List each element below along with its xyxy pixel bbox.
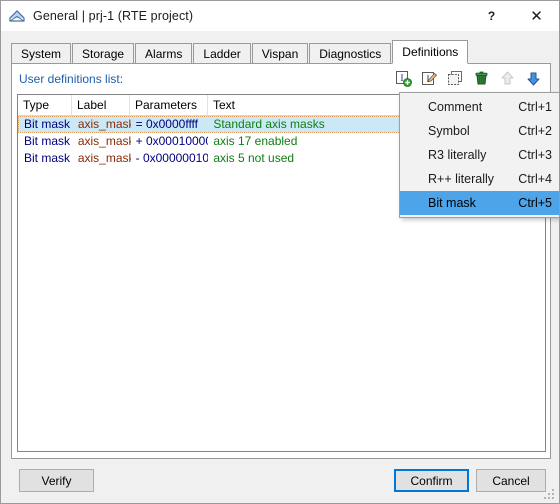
move-down-button[interactable] xyxy=(522,69,544,91)
copy-icon xyxy=(447,70,464,90)
cell-parameters: - 0x00000010 xyxy=(135,151,209,165)
menu-item-comment[interactable]: Comment Ctrl+1 xyxy=(400,95,559,119)
tab-system[interactable]: System xyxy=(11,43,72,65)
arrow-up-icon xyxy=(499,70,516,90)
cell-type: Bit mask xyxy=(24,151,71,165)
window-title: General | prj-1 (RTE project) xyxy=(33,9,194,23)
dialog-footer: Verify Confirm Cancel xyxy=(1,459,559,503)
menu-item-symbol[interactable]: Symbol Ctrl+2 xyxy=(400,119,559,143)
menu-item-label: Comment xyxy=(428,100,483,114)
menu-item-accelerator: Ctrl+2 xyxy=(518,124,552,138)
tab-ladder[interactable]: Ladder xyxy=(193,43,251,65)
arrow-down-icon xyxy=(525,70,542,90)
menu-item-accelerator: Ctrl+3 xyxy=(518,148,552,162)
tab-vispan[interactable]: Vispan xyxy=(251,43,309,65)
dialog-window: General | prj-1 (RTE project) ? ✕ System… xyxy=(0,0,560,504)
tab-diagnostics[interactable]: Diagnostics xyxy=(309,43,392,65)
column-header-type[interactable]: Type xyxy=(18,95,72,115)
column-header-label[interactable]: Label xyxy=(72,95,130,115)
tab-definitions[interactable]: Definitions xyxy=(392,40,469,64)
svg-text:I: I xyxy=(400,73,403,83)
help-button[interactable]: ? xyxy=(469,1,514,31)
tab-strip: System Storage Alarms Ladder Vispan Diag… xyxy=(11,40,551,65)
resize-grip[interactable] xyxy=(544,489,556,501)
cell-parameters: = 0x0000ffff xyxy=(135,117,199,131)
cancel-button[interactable]: Cancel xyxy=(476,469,546,492)
menu-item-label: Bit mask xyxy=(428,196,476,210)
menu-item-accelerator: Ctrl+5 xyxy=(518,196,552,210)
menu-item-rpp-literally[interactable]: R++ literally Ctrl+4 xyxy=(400,167,559,191)
move-up-button[interactable] xyxy=(496,69,518,91)
text-box-edit-icon: I xyxy=(421,70,438,90)
cell-label: axis_mask xyxy=(77,117,131,131)
trash-can-icon xyxy=(473,70,490,90)
menu-item-bit-mask[interactable]: Bit mask Ctrl+5 xyxy=(400,191,559,215)
cell-type: Bit mask xyxy=(24,117,71,131)
tab-alarms[interactable]: Alarms xyxy=(135,43,193,65)
verify-button[interactable]: Verify xyxy=(19,469,94,492)
text-box-add-icon: I xyxy=(395,70,412,90)
cell-label: axis_mask xyxy=(77,134,131,148)
new-definition-menu: Comment Ctrl+1 Symbol Ctrl+2 R3 literall… xyxy=(399,92,559,218)
add-definition-button[interactable]: I xyxy=(392,69,414,91)
cell-parameters: + 0x00010000 xyxy=(135,134,209,148)
copy-definition-button[interactable] xyxy=(444,69,466,91)
delete-definition-button[interactable] xyxy=(470,69,492,91)
menu-item-accelerator: Ctrl+4 xyxy=(518,172,552,186)
menu-item-label: Symbol xyxy=(428,124,470,138)
menu-item-label: R3 literally xyxy=(428,148,487,162)
cell-type: Bit mask xyxy=(24,134,71,148)
tab-storage[interactable]: Storage xyxy=(72,43,135,65)
titlebar[interactable]: General | prj-1 (RTE project) ? ✕ xyxy=(1,1,559,31)
edit-definition-button[interactable]: I xyxy=(418,69,440,91)
user-definitions-list-label: User definitions list: xyxy=(19,72,124,86)
menu-item-r3-literally[interactable]: R3 literally Ctrl+3 xyxy=(400,143,559,167)
menu-item-label: R++ literally xyxy=(428,172,494,186)
envelope-house-icon xyxy=(8,7,26,25)
cell-label: axis_mask xyxy=(77,151,131,165)
definitions-toolbar: I I xyxy=(392,68,544,92)
column-header-parameters[interactable]: Parameters xyxy=(130,95,208,115)
confirm-button[interactable]: Confirm xyxy=(394,469,469,492)
close-button[interactable]: ✕ xyxy=(514,1,559,31)
menu-item-accelerator: Ctrl+1 xyxy=(518,100,552,114)
